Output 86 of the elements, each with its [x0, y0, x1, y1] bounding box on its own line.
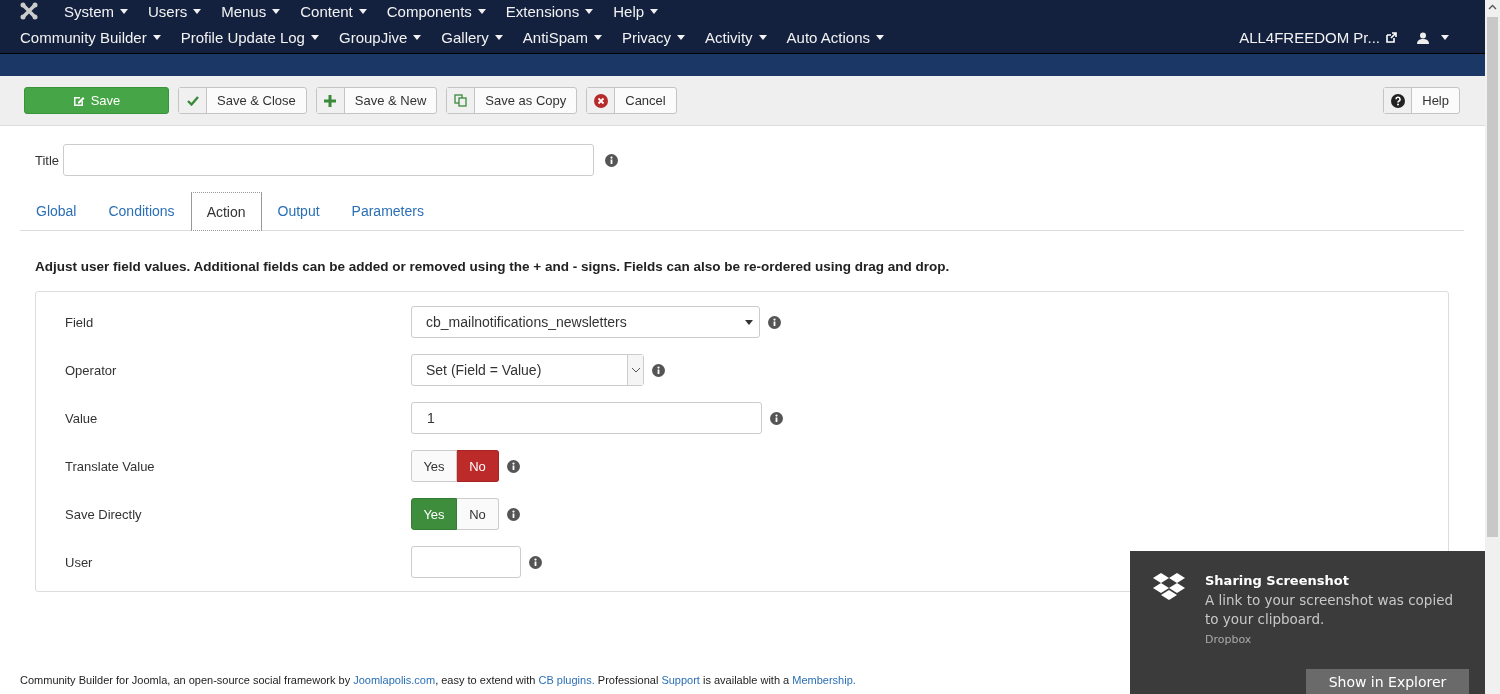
field-label: Title	[35, 152, 60, 168]
info-icon	[652, 363, 665, 377]
tab[interactable]: Output	[261, 192, 336, 230]
notification-source: Dropbox	[1205, 633, 1253, 646]
caret-icon	[650, 8, 659, 14]
field-label: Operator	[65, 362, 118, 378]
caret-icon	[758, 35, 767, 40]
caret-icon	[272, 8, 281, 14]
title-field[interactable]	[63, 144, 595, 176]
menu-item[interactable]: Help	[603, 2, 669, 20]
toggle-option[interactable]: Yes	[411, 450, 457, 482]
site-link[interactable]: ALL4FREEDOM Pr...	[1229, 29, 1407, 46]
caret-icon	[310, 35, 319, 40]
caret-icon	[677, 35, 686, 40]
check-icon	[186, 95, 199, 106]
menu-item[interactable]: Content	[290, 2, 377, 20]
caret-icon	[477, 8, 486, 14]
field-label: Field	[65, 314, 95, 330]
joomla-logo-icon[interactable]	[20, 2, 38, 20]
toggle-option[interactable]: No	[457, 450, 499, 482]
info-icon	[507, 459, 520, 473]
plus-icon	[324, 94, 337, 107]
notification-title: Sharing Screenshot	[1205, 573, 1350, 588]
cancel-icon	[593, 93, 608, 108]
caret-icon	[413, 35, 422, 40]
field-dropdown[interactable]: cb_mailnotifications_newsletters	[411, 306, 760, 338]
field-label: Translate Value	[65, 458, 156, 474]
menu-item[interactable]: Components	[376, 2, 496, 20]
scrollbar-thumb[interactable]	[1487, 17, 1498, 537]
caret-icon	[593, 35, 602, 40]
copy-icon	[454, 94, 468, 107]
menu-item[interactable]: Profile Update Log	[170, 29, 329, 46]
notification-message: A link to your screenshot was copied to your clipboard.	[1205, 591, 1454, 629]
toolbar-button[interactable]: Cancel	[586, 87, 677, 114]
info-icon	[768, 315, 781, 329]
tab[interactable]: Conditions	[92, 192, 191, 230]
menu-item[interactable]: AntiSpam	[512, 29, 612, 46]
toggle-option[interactable]: No	[457, 498, 499, 530]
help-button[interactable]: Help	[1383, 87, 1460, 114]
info-icon	[770, 411, 783, 425]
description-text: Adjust user field values. Additional fields can be added or removed using the + and - signs. Fields can also be re-ordered using drag and drop.	[34, 258, 951, 274]
menu-item[interactable]: Activity	[695, 29, 777, 46]
menu-item[interactable]: Gallery	[431, 29, 513, 46]
operator-select[interactable]: Set (Field = Value)	[411, 354, 644, 386]
info-icon	[605, 153, 619, 167]
tab[interactable]: Global	[20, 192, 93, 230]
chevron-icon	[631, 367, 640, 373]
caret-icon	[585, 8, 594, 14]
info-icon	[529, 555, 542, 569]
menu-item[interactable]: Extensions	[495, 2, 604, 20]
caret-icon	[876, 35, 884, 40]
footer-link[interactable]: CB plugins.	[538, 674, 595, 686]
user-icon	[1417, 31, 1429, 44]
info-icon	[507, 507, 520, 521]
dropbox-icon	[1153, 573, 1185, 601]
menu-item[interactable]: Auto Actions	[776, 29, 894, 46]
caret-icon	[494, 35, 503, 40]
menu-item[interactable]: GroupJive	[328, 29, 432, 46]
toolbar-button[interactable]: Save as Copy	[446, 87, 578, 114]
help-icon	[1390, 93, 1405, 108]
footer-link[interactable]: Support	[661, 674, 700, 686]
field-label: Value	[65, 410, 99, 426]
show-in-explorer-button[interactable]: Show in Explorer	[1306, 669, 1469, 694]
field-label: User	[65, 554, 94, 570]
external-link-icon	[1386, 32, 1397, 43]
menu-item[interactable]: System	[54, 2, 138, 20]
caret-icon	[120, 8, 128, 14]
footer-link[interactable]: Membership.	[792, 674, 856, 686]
menu-item[interactable]: Community Builder	[20, 29, 171, 46]
caret-icon	[193, 8, 202, 14]
menu-item[interactable]: Menus	[211, 2, 291, 20]
menu-item[interactable]: Privacy	[611, 29, 696, 46]
value-field[interactable]: 1	[411, 402, 762, 434]
tab[interactable]: Action	[190, 192, 262, 231]
tab[interactable]: Parameters	[335, 192, 440, 230]
toggle-option[interactable]: Yes	[411, 498, 457, 530]
caret-icon	[1441, 35, 1449, 40]
user-field[interactable]	[411, 546, 521, 578]
edit-icon	[72, 94, 85, 107]
toolbar-button[interactable]: Save & New	[315, 87, 438, 114]
field-label: Save Directly	[65, 506, 143, 522]
caret-icon	[745, 319, 753, 325]
menu-item[interactable]: Users	[138, 2, 212, 20]
caret-icon	[152, 35, 161, 40]
caret-icon	[358, 8, 367, 14]
toolbar-button[interactable]: Save & Close	[178, 87, 307, 114]
